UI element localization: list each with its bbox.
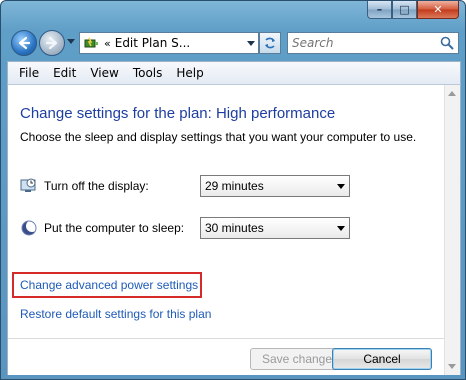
caption-controls: – □ ✕ xyxy=(367,1,459,21)
back-arrow-icon[interactable] xyxy=(11,30,37,56)
menu-file[interactable]: File xyxy=(12,66,46,80)
separator xyxy=(8,338,446,339)
restore-defaults-link[interactable]: Restore default settings for this plan xyxy=(20,307,211,321)
page-title: Change settings for the plan: High perfo… xyxy=(20,105,336,122)
forward-arrow-glyph xyxy=(45,36,58,50)
close-button[interactable]: ✕ xyxy=(417,1,459,19)
address-bar[interactable]: « Edit Plan S... xyxy=(79,32,259,54)
scroll-down-icon[interactable] xyxy=(448,364,456,369)
chevron-down-icon xyxy=(333,226,349,231)
moon-sleep-icon xyxy=(20,219,38,237)
refresh-icon[interactable] xyxy=(259,32,281,54)
advanced-power-settings-link[interactable]: Change advanced power settings xyxy=(20,278,198,292)
address-separator: « xyxy=(104,36,111,50)
menu-help[interactable]: Help xyxy=(169,66,210,80)
sleep-timeout-value: 30 minutes xyxy=(205,221,264,235)
forward-arrow-icon[interactable] xyxy=(39,30,65,56)
power-options-icon xyxy=(84,36,100,50)
menu-tools[interactable]: Tools xyxy=(126,66,170,80)
menu-bar: File Edit View Tools Help xyxy=(7,61,461,85)
sleep-timeout-label: Put the computer to sleep: xyxy=(44,221,185,235)
scroll-up-icon[interactable] xyxy=(448,91,456,96)
maximize-button[interactable]: □ xyxy=(392,1,417,19)
search-icon[interactable] xyxy=(438,34,456,52)
address-text: Edit Plan S... xyxy=(114,36,191,50)
recent-pages-chevron-icon[interactable] xyxy=(67,39,75,44)
content-pane: Change settings for the plan: High perfo… xyxy=(7,85,461,375)
setting-row-sleep: Put the computer to sleep: xyxy=(20,217,184,239)
menu-view[interactable]: View xyxy=(83,66,125,80)
display-timeout-value: 29 minutes xyxy=(205,179,264,193)
back-arrow-glyph xyxy=(18,36,31,50)
minimize-button[interactable]: – xyxy=(367,1,392,19)
sleep-timeout-select[interactable]: 30 minutes xyxy=(200,217,350,239)
vertical-scrollbar[interactable] xyxy=(444,85,460,375)
window-frame: – □ ✕ « Edit Plan S... Search File Edit … xyxy=(0,0,466,380)
display-clock-icon xyxy=(20,177,38,195)
setting-row-display: Turn off the display: xyxy=(20,175,149,197)
chevron-down-icon xyxy=(333,184,349,189)
page-subtitle: Choose the sleep and display settings th… xyxy=(20,130,417,144)
cancel-button[interactable]: Cancel xyxy=(332,348,432,370)
navigation-bar: « Edit Plan S... xyxy=(7,27,461,59)
search-box[interactable] xyxy=(287,32,459,54)
search-input[interactable] xyxy=(292,36,438,50)
display-timeout-label: Turn off the display: xyxy=(44,179,149,193)
refresh-glyph xyxy=(265,37,275,49)
menu-edit[interactable]: Edit xyxy=(46,66,83,80)
address-dropdown-icon[interactable] xyxy=(244,41,258,46)
display-timeout-select[interactable]: 29 minutes xyxy=(200,175,350,197)
